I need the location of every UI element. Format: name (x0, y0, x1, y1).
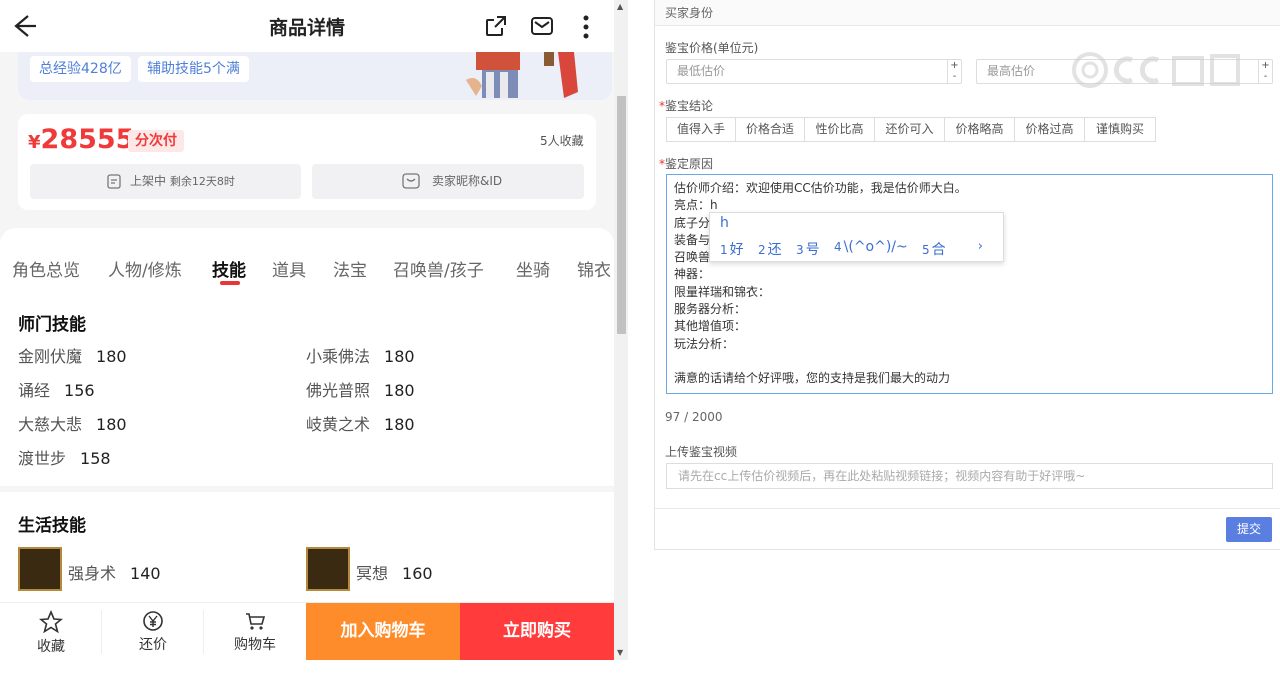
ime-composition: h (720, 215, 729, 231)
ime-candidate[interactable]: 5合 (922, 239, 946, 259)
conclusion-option[interactable]: 值得入手 (666, 117, 736, 142)
price-label: 鉴宝价格(单位元) (665, 41, 759, 55)
more-options-icon[interactable] (578, 14, 594, 40)
add-to-cart-button[interactable]: 加入购物车 (306, 603, 460, 660)
conclusion-option[interactable]: 价格略高 (944, 117, 1015, 142)
ime-candidate[interactable]: 4 \(^o^)/~ (834, 239, 908, 255)
character-image (466, 52, 578, 98)
scroll-down-arrow-icon[interactable]: ▼ (617, 648, 623, 657)
favorite-button[interactable]: 收藏 (0, 602, 102, 660)
char-counter: 97 / 2000 (665, 410, 723, 424)
product-detail-panel: 商品详情 总经验428亿 辅助技能5个满 ¥28555 分次付 5人收藏 上架中… (0, 0, 614, 660)
reason-textarea[interactable]: 估价师介绍：欢迎使用CC估价功能，我是估价师大白。 亮点：h 底子分 装备与 召… (666, 174, 1273, 394)
scroll-up-arrow-icon[interactable]: ▲ (617, 2, 623, 11)
listing-status: 上架中 剩余12天8时 (30, 164, 301, 199)
video-link-input[interactable]: 请先在cc上传估价视频后，再在此处粘贴视频链接；视频内容有助于好评哦~ (666, 463, 1273, 489)
conclusion-option[interactable]: 价格过高 (1014, 117, 1085, 142)
min-price-input[interactable]: 最低估价 + - (666, 59, 962, 84)
cart-button[interactable]: 购物车 (204, 602, 306, 660)
tab-items[interactable]: 道具 (272, 256, 306, 281)
skill-item: 强身术 140 (68, 564, 161, 583)
seller-info-button[interactable]: 卖家昵称&ID (312, 164, 584, 199)
active-tab-indicator (220, 281, 240, 285)
cart-icon (246, 613, 266, 630)
skill-item: 岐黄之术 180 (306, 415, 415, 434)
life-skills-title: 生活技能 (18, 516, 86, 536)
ime-candidate-popup[interactable]: h 1好 2还 3号 4 \(^o^)/~ 5合 › (709, 212, 1004, 262)
bargain-button[interactable]: 还价 (102, 602, 204, 660)
tab-overview[interactable]: 角色总览 (12, 256, 80, 281)
meditation-skill-icon (306, 547, 350, 591)
tab-pets[interactable]: 召唤兽/孩子 (393, 256, 484, 281)
skill-item: 诵经 156 (18, 381, 95, 400)
reason-label: *鉴定原因 (659, 157, 714, 171)
body-strength-skill-icon (18, 547, 62, 591)
skill-item: 冥想 160 (356, 564, 433, 583)
conclusion-option[interactable]: 谨慎购买 (1084, 117, 1156, 142)
ime-candidate[interactable]: 3号 (796, 239, 820, 259)
conclusion-label: *鉴宝结论 (659, 99, 714, 113)
message-icon[interactable] (530, 14, 554, 38)
skill-item: 小乘佛法 180 (306, 347, 415, 366)
conclusion-option[interactable]: 性价比高 (804, 117, 875, 142)
ime-candidate[interactable]: 2还 (758, 239, 782, 259)
school-skills-title: 师门技能 (18, 315, 86, 335)
video-label: 上传鉴宝视频 (665, 445, 738, 459)
skill-item: 佛光普照 180 (306, 381, 415, 400)
tab-mounts[interactable]: 坐骑 (516, 256, 550, 281)
buyer-identity-header: 买家身份 (655, 0, 1280, 26)
shop-icon (402, 173, 420, 189)
skill-item: 大慈大悲 180 (18, 415, 127, 434)
skill-item: 金刚伏魔 180 (18, 347, 127, 366)
favorite-count: 5人收藏 (540, 134, 584, 148)
tab-character[interactable]: 人物/修炼 (108, 256, 182, 281)
star-icon (39, 610, 63, 634)
tab-treasure[interactable]: 法宝 (333, 256, 367, 281)
conclusion-option[interactable]: 价格合适 (735, 117, 805, 142)
page-title: 商品详情 (268, 17, 345, 39)
scrollbar-thumb[interactable] (617, 96, 626, 334)
clipboard-icon (107, 174, 121, 189)
price: ¥28555 (28, 124, 135, 155)
conclusion-option[interactable]: 还价可入 (874, 117, 945, 142)
yuan-coin-icon (143, 611, 163, 631)
buy-now-button[interactable]: 立即购买 (460, 603, 614, 660)
skill-item: 渡世步 158 (18, 449, 111, 468)
submit-button[interactable]: 提交 (1226, 517, 1272, 542)
tab-skills[interactable]: 技能 (212, 256, 246, 281)
stepper-icon[interactable]: + - (947, 60, 961, 83)
ime-candidate[interactable]: 1好 (720, 239, 744, 259)
cc-logo-watermark (1072, 52, 1240, 88)
tab-outfits[interactable]: 锦衣 (577, 256, 611, 281)
experience-tag: 总经验428亿 (30, 56, 131, 82)
share-icon[interactable] (484, 14, 508, 38)
divider (655, 508, 1280, 509)
installment-badge[interactable]: 分次付 (128, 130, 184, 152)
assist-skill-tag: 辅助技能5个满 (138, 56, 249, 82)
ime-next-page-icon[interactable]: › (978, 239, 983, 254)
